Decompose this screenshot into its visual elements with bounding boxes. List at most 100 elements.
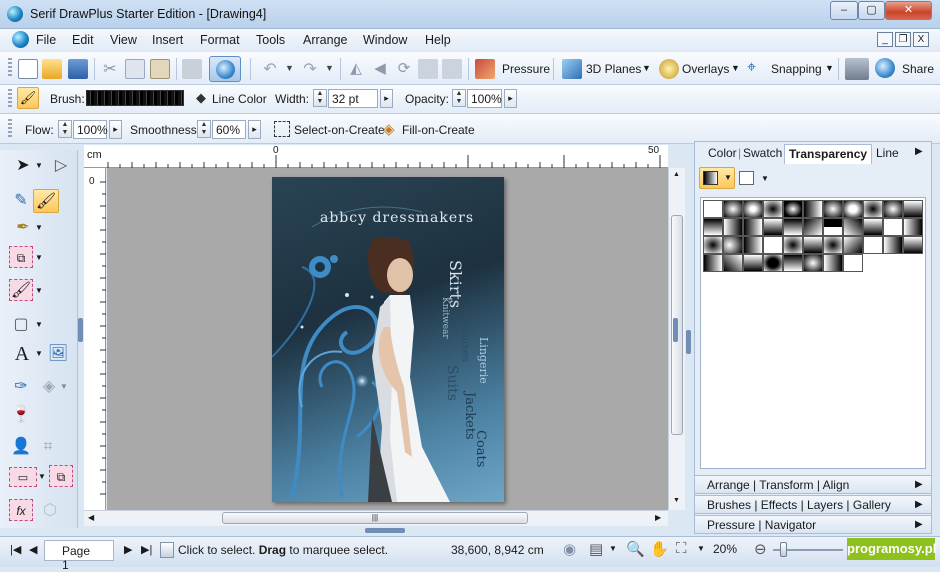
opacity-dropdown[interactable]: ▸ (504, 89, 517, 108)
flow-spinner[interactable]: ▲ ▼ (58, 120, 72, 138)
bottom-collapse-handle[interactable] (365, 528, 405, 533)
menu-insert[interactable]: Insert (152, 33, 183, 47)
prev-page-icon[interactable]: ◀ (29, 543, 37, 556)
menu-view[interactable]: View (110, 33, 137, 47)
width-spinner[interactable]: ▲ ▼ (313, 89, 327, 107)
flip-horizontal-icon[interactable]: ◭ (346, 59, 366, 79)
select-on-create-toggle[interactable]: Select-on-Create (294, 123, 385, 137)
pen-tool-icon[interactable]: ✒ (10, 216, 36, 240)
opacity-field[interactable]: 100% (467, 89, 502, 108)
width-field[interactable]: 32 pt (328, 89, 378, 108)
transparency-swatch[interactable] (703, 200, 723, 218)
toolbox-collapse-handle[interactable] (78, 318, 83, 342)
transparency-swatch[interactable] (823, 236, 843, 254)
3d-planes-dropdown-icon[interactable]: ▼ (642, 63, 651, 73)
line-color-button[interactable]: Line Color (212, 92, 267, 106)
text-tool-icon[interactable]: A (9, 342, 35, 366)
envelope-tool-icon[interactable]: ▭ (9, 467, 37, 487)
node-tool-icon[interactable]: ▷ (48, 154, 74, 178)
menu-file[interactable]: File (36, 33, 56, 47)
transparency-tool-icon[interactable]: 🍷 (8, 403, 34, 427)
document-icon[interactable] (12, 31, 29, 48)
connector-tool-icon[interactable]: 👤 (8, 435, 34, 459)
smoothness-field[interactable]: 60% (212, 120, 246, 139)
undo-icon[interactable]: ↶ (260, 59, 280, 79)
zoom-fit-dropdown-icon[interactable]: ▼ (697, 544, 705, 553)
3d-planes-button[interactable]: 3D Planes (560, 57, 641, 79)
brush-preview[interactable] (86, 90, 184, 106)
paste-icon[interactable] (150, 59, 170, 79)
mdi-minimize-button[interactable]: _ (877, 32, 893, 47)
text-flyout-icon[interactable]: ▼ (35, 342, 44, 366)
transparency-swatch[interactable] (883, 200, 903, 218)
fill-tool-icon[interactable]: 🖌 (9, 279, 33, 301)
horizontal-ruler[interactable]: cm 0 50 (84, 145, 668, 168)
new-document-icon[interactable] (18, 59, 38, 79)
crop-tool-icon[interactable]: ⌗ (35, 435, 61, 459)
transparency-swatch[interactable] (903, 200, 923, 218)
fill-flyout-icon[interactable]: ▼ (35, 279, 44, 303)
transparency-swatch[interactable] (863, 200, 883, 218)
transparency-swatch[interactable] (723, 254, 743, 272)
next-page-icon[interactable]: ▶ (124, 543, 132, 556)
transparency-swatch[interactable] (803, 236, 823, 254)
menu-window[interactable]: Window (363, 33, 407, 47)
panel-collapse-handle[interactable] (673, 318, 678, 342)
open-folder-icon[interactable] (42, 59, 62, 79)
maximize-button[interactable]: ▢ (858, 1, 885, 20)
fill-on-create-toggle[interactable]: Fill-on-Create (402, 123, 475, 137)
cut-icon[interactable]: ✂ (100, 59, 120, 79)
flow-dropdown[interactable]: ▸ (109, 120, 122, 139)
menu-help[interactable]: Help (425, 33, 451, 47)
rectangle-tool-icon[interactable]: ▢ (8, 313, 34, 337)
pointer-flyout-icon[interactable]: ▼ (35, 154, 44, 178)
zoom-slider-thumb[interactable] (780, 542, 787, 557)
transparency-swatch[interactable] (703, 218, 723, 236)
overlays-dropdown-icon[interactable]: ▼ (731, 63, 740, 73)
transparency-swatch[interactable] (743, 218, 763, 236)
transparency-swatch[interactable] (843, 236, 863, 254)
bring-forward-icon[interactable] (418, 59, 438, 79)
transparency-swatch[interactable] (783, 200, 803, 218)
transparency-swatch[interactable] (843, 254, 863, 272)
share-button[interactable]: Share (875, 57, 935, 79)
menu-tools[interactable]: Tools (256, 33, 285, 47)
transparency-swatch[interactable] (743, 236, 763, 254)
smoothness-dropdown[interactable]: ▸ (248, 120, 261, 139)
scroll-right-icon[interactable]: ▶ (655, 513, 661, 522)
strip-brushes[interactable]: Brushes | Effects | Layers | Gallery ▶ (694, 495, 932, 514)
close-button[interactable]: ✕ (885, 1, 932, 20)
page-view-icon[interactable]: ▤ (589, 540, 603, 558)
flow-field[interactable]: 100% (73, 120, 108, 139)
snapping-dropdown-icon[interactable]: ▼ (825, 63, 834, 73)
brush-tool-icon[interactable]: 🖌 (33, 189, 59, 213)
pressure-button[interactable]: Pressure (473, 57, 550, 79)
redo-icon[interactable]: ↷ (300, 59, 320, 79)
transparency-swatch[interactable] (823, 218, 843, 236)
snapping-button[interactable]: ⌖ Snapping (745, 57, 822, 79)
strip-pressure[interactable]: Pressure | Navigator ▶ (694, 515, 932, 534)
rectangle-flyout-icon[interactable]: ▼ (35, 313, 44, 337)
transparency-swatch[interactable] (763, 254, 783, 272)
effects-tool-icon[interactable]: fx (9, 499, 33, 521)
transparency-swatch[interactable] (743, 254, 763, 272)
menu-arrange[interactable]: Arrange (303, 33, 347, 47)
width-dropdown[interactable]: ▸ (380, 89, 393, 108)
transparency-swatch[interactable] (803, 218, 823, 236)
smoothness-spinner[interactable]: ▲ ▼ (197, 120, 211, 138)
transparency-swatch[interactable] (743, 200, 763, 218)
transparency-swatch[interactable] (843, 218, 863, 236)
paintbrush-tool-icon[interactable]: 🖌 (17, 87, 39, 109)
transparency-swatch[interactable] (763, 218, 783, 236)
transparency-swatch[interactable] (783, 254, 803, 272)
flip-vertical-icon[interactable]: ◀ (370, 59, 390, 79)
pen-flyout-icon[interactable]: ▼ (35, 216, 44, 240)
scroll-down-icon[interactable]: ▼ (673, 497, 680, 504)
tab-swatch[interactable]: Swatch (739, 144, 786, 164)
shape-tool-icon[interactable]: ⧉ (9, 246, 33, 268)
transparency-swatch[interactable] (763, 236, 783, 254)
toolbar-grip[interactable] (8, 58, 12, 78)
page-manager-icon[interactable] (160, 542, 174, 558)
transparency-swatch[interactable] (803, 254, 823, 272)
print-icon[interactable] (845, 58, 869, 80)
